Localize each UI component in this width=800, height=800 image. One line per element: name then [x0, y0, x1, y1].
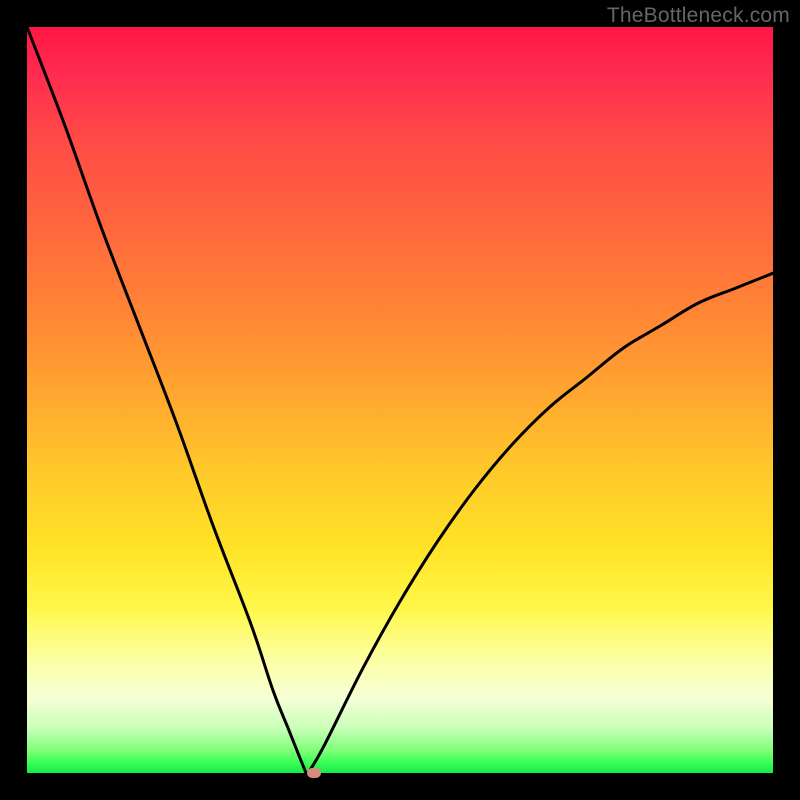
- watermark-text: TheBottleneck.com: [607, 4, 790, 28]
- plot-area: [27, 27, 773, 773]
- chart-frame: TheBottleneck.com: [0, 0, 800, 800]
- curve-path: [27, 27, 773, 774]
- optimum-marker: [307, 768, 321, 778]
- bottleneck-curve: [27, 27, 773, 773]
